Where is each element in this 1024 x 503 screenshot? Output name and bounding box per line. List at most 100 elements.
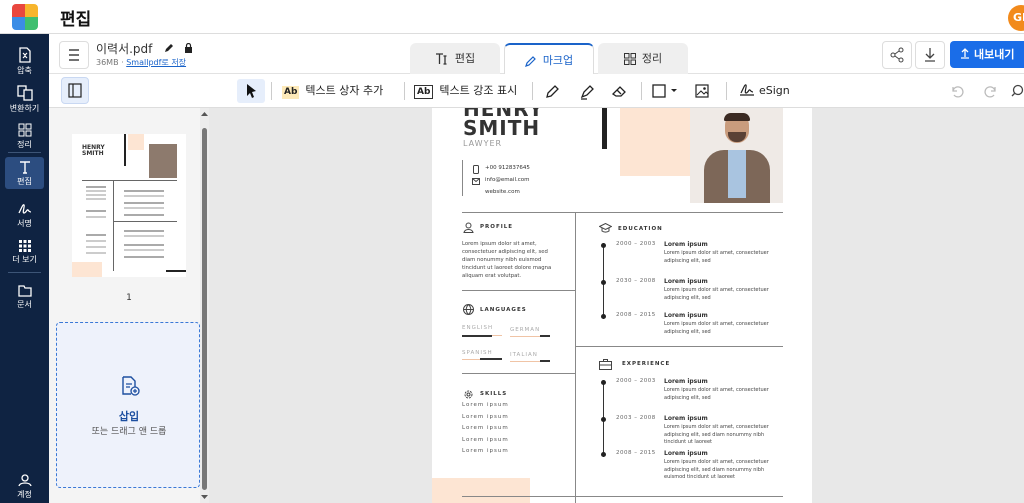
esign-button[interactable]: eSign bbox=[739, 79, 790, 103]
timeline-line: adipiscing elit, sed bbox=[664, 257, 711, 264]
resume-role: LAWYER bbox=[463, 139, 503, 148]
pencil-icon[interactable] bbox=[164, 43, 174, 53]
rail-item-organize[interactable]: 정리 bbox=[0, 123, 49, 150]
profile-line: Lorem ipsum dolor sit amet, bbox=[462, 241, 537, 247]
highlight-text-icon: Ab bbox=[414, 85, 434, 99]
tab-label: 정리 bbox=[641, 52, 663, 65]
tab-edit[interactable]: 편집 bbox=[410, 43, 500, 74]
resume-phone: +00 912837645 bbox=[485, 165, 530, 171]
timeline-line: tincidunt ut laoreet bbox=[664, 439, 713, 445]
timeline-dot bbox=[601, 280, 606, 285]
gear-icon bbox=[464, 390, 473, 399]
profile-heading: PROFILE bbox=[480, 224, 514, 230]
timeline-title: Lorem ipsum bbox=[664, 378, 708, 385]
file-meta: 36MB · Smallpdf로 저장 bbox=[96, 58, 187, 67]
sidebar-toggle-button[interactable] bbox=[61, 77, 89, 104]
undo-icon bbox=[952, 86, 964, 98]
signature-icon bbox=[740, 84, 754, 96]
lock-icon[interactable] bbox=[184, 42, 193, 53]
language-item: ITALIAN bbox=[510, 352, 538, 358]
timeline-dot bbox=[601, 417, 606, 422]
shape-tool-button[interactable] bbox=[652, 79, 680, 103]
page-number: 1 bbox=[126, 293, 132, 303]
menu-button[interactable] bbox=[59, 41, 89, 69]
languages-heading: LANGUAGES bbox=[480, 307, 527, 313]
select-tool-button[interactable] bbox=[237, 79, 265, 103]
app-logo[interactable] bbox=[12, 4, 38, 30]
rail-item-more[interactable]: 더 보기 bbox=[0, 240, 49, 265]
profile-icon bbox=[463, 222, 474, 233]
timeline-line: euismod tincidunt ut laoreet bbox=[664, 474, 735, 480]
sidebar-icon bbox=[68, 83, 82, 98]
language-item: ENGLISH bbox=[462, 325, 494, 331]
tab-label: 편집 bbox=[454, 52, 476, 65]
tab-markup[interactable]: 마크업 bbox=[504, 43, 594, 74]
profile-line: diam nonummy nibh euismod bbox=[462, 257, 542, 263]
document-page[interactable]: HENRY SMITH LAWYER +00 912837645 info@em… bbox=[432, 108, 812, 503]
thumbnail-scrollbar[interactable] bbox=[200, 108, 209, 503]
highlighter-tool-button[interactable] bbox=[579, 79, 599, 103]
markup-pen-icon bbox=[524, 56, 536, 67]
tab-label: 마크업 bbox=[542, 54, 574, 67]
upload-icon bbox=[961, 48, 969, 59]
rail-item-account[interactable]: 계정 bbox=[0, 473, 49, 500]
rail-item-edit[interactable]: 편집 bbox=[5, 157, 44, 189]
rail-label: 문서 bbox=[17, 300, 32, 309]
scrollbar-thumb[interactable] bbox=[202, 128, 207, 490]
rail-item-documents[interactable]: 문서 bbox=[0, 283, 49, 310]
organize-icon bbox=[18, 123, 31, 137]
undo-button[interactable] bbox=[949, 79, 965, 103]
page-thumbnail[interactable]: HENRY SMITH bbox=[72, 134, 186, 277]
highlight-text-button[interactable]: Ab 텍스트 강조 표시 bbox=[414, 79, 517, 103]
rectangle-icon bbox=[652, 84, 666, 98]
scroll-up-icon[interactable] bbox=[200, 110, 209, 118]
file-name-row: 이력서.pdf bbox=[96, 40, 193, 57]
skill-item: Lorem ipsum bbox=[462, 448, 509, 454]
file-bar: 이력서.pdf 36MB · Smallpdf로 저장 편집 마크업 정리 내보… bbox=[49, 34, 1024, 74]
file-name[interactable]: 이력서.pdf bbox=[96, 42, 152, 56]
left-rail: 압축 변환하기 정리 편집 서명 더 보기 문서 계정 bbox=[0, 34, 49, 503]
image-icon bbox=[695, 84, 709, 98]
email-icon bbox=[472, 178, 480, 185]
esign-label: eSign bbox=[759, 84, 790, 97]
add-textbox-label: 텍스트 상자 추가 bbox=[305, 84, 384, 97]
timeline-title: Lorem ipsum bbox=[664, 241, 708, 248]
scroll-down-icon[interactable] bbox=[200, 493, 209, 501]
download-button[interactable] bbox=[915, 41, 945, 69]
eraser-tool-button[interactable] bbox=[611, 79, 631, 103]
avatar[interactable]: GI bbox=[1008, 5, 1024, 31]
add-textbox-button[interactable]: Ab 텍스트 상자 추가 bbox=[282, 79, 383, 103]
pen-tool-button[interactable] bbox=[544, 79, 564, 103]
timeline-dot bbox=[601, 452, 606, 457]
timeline-line: Lorem ipsum dolor sit amet, consectetuer bbox=[664, 321, 769, 327]
timeline-years: 2000 – 2003 bbox=[616, 241, 656, 247]
file-size: 36MB bbox=[96, 58, 119, 67]
rail-item-sign[interactable]: 서명 bbox=[0, 202, 49, 229]
timeline-title: Lorem ipsum bbox=[664, 415, 708, 422]
phone-icon bbox=[473, 165, 479, 174]
search-button[interactable] bbox=[1011, 79, 1024, 103]
experience-heading: EXPERIENCE bbox=[622, 361, 671, 367]
top-bar: 편집 GI bbox=[0, 0, 1024, 34]
save-to-smallpdf-link[interactable]: Smallpdf로 저장 bbox=[126, 58, 186, 67]
tab-organize[interactable]: 정리 bbox=[598, 43, 688, 74]
timeline-years: 2000 – 2003 bbox=[616, 378, 656, 384]
rail-label: 편집 bbox=[17, 177, 32, 186]
profile-line: aliquam erat volutpat. bbox=[462, 273, 522, 279]
export-button[interactable]: 내보내기 bbox=[950, 41, 1024, 68]
redo-button[interactable] bbox=[983, 79, 999, 103]
skill-item: Lorem ipsum bbox=[462, 425, 509, 431]
image-tool-button[interactable] bbox=[695, 79, 715, 103]
share-button[interactable] bbox=[882, 41, 912, 69]
timeline-line: Lorem ipsum dolor sit amet, consectetuer bbox=[664, 250, 769, 256]
briefcase-icon bbox=[599, 359, 612, 370]
add-file-icon bbox=[122, 376, 140, 396]
timeline-line: Lorem ipsum dolor sit amet, consectetuer bbox=[664, 424, 769, 430]
rail-item-convert[interactable]: 변환하기 bbox=[0, 85, 49, 114]
rail-label: 서명 bbox=[17, 219, 32, 228]
insert-dropzone[interactable]: 삽입 또는 드래그 앤 드롭 bbox=[56, 322, 200, 488]
share-icon bbox=[890, 47, 904, 63]
rail-item-compress[interactable]: 압축 bbox=[0, 47, 49, 76]
timeline-line: Lorem ipsum dolor sit amet, consectetuer bbox=[664, 387, 769, 393]
insert-title: 삽입 bbox=[118, 410, 140, 423]
